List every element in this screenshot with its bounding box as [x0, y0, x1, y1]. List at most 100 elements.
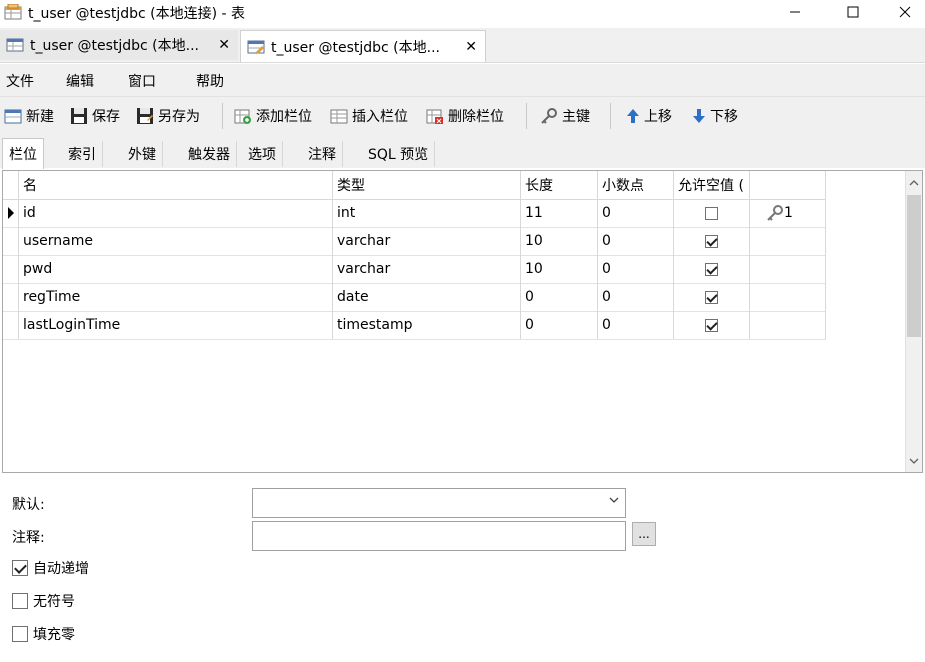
- tab-sql-preview[interactable]: SQL 预览: [362, 141, 436, 167]
- cell-decimals[interactable]: 0: [598, 199, 674, 227]
- table-row[interactable]: pwd varchar 10 0: [3, 255, 826, 284]
- cell-key[interactable]: 1: [750, 199, 826, 227]
- save-as-icon: [137, 108, 153, 124]
- table-row[interactable]: username varchar 10 0: [3, 227, 826, 256]
- close-window-button[interactable]: [882, 0, 925, 24]
- nullable-checkbox[interactable]: [705, 262, 718, 276]
- maximize-button[interactable]: [830, 0, 876, 24]
- menu-bar: 文件 编辑 窗口 帮助: [0, 64, 925, 96]
- property-tabs: 栏位 索引 外键 触发器 选项 注释 SQL 预览: [0, 135, 925, 169]
- menu-window[interactable]: 窗口: [128, 71, 156, 91]
- cell-name[interactable]: username: [19, 227, 333, 255]
- column-header-name[interactable]: 名: [19, 171, 333, 199]
- cell-nullable[interactable]: [674, 199, 750, 227]
- cell-name[interactable]: regTime: [19, 283, 333, 311]
- fields-grid: 名 类型 长度 小数点 允许空值 ( id int 11 0 1 username varc…: [2, 170, 923, 473]
- cell-nullable[interactable]: [674, 255, 750, 283]
- table-row[interactable]: id int 11 0 1: [3, 199, 826, 228]
- cell-type[interactable]: varchar: [333, 255, 521, 283]
- insert-field-button[interactable]: 插入栏位: [330, 105, 408, 127]
- cell-length[interactable]: 0: [521, 283, 598, 311]
- menu-file[interactable]: 文件: [6, 71, 34, 91]
- menu-help[interactable]: 帮助: [196, 71, 224, 91]
- scrollbar-thumb[interactable]: [907, 195, 921, 337]
- default-value-dropdown[interactable]: [252, 488, 626, 518]
- column-header-nullable[interactable]: 允许空值 (: [674, 171, 750, 199]
- column-header-length[interactable]: 长度: [521, 171, 598, 199]
- cell-nullable[interactable]: [674, 311, 750, 339]
- nullable-checkbox[interactable]: [705, 206, 718, 220]
- tab-triggers[interactable]: 触发器: [182, 141, 237, 167]
- move-up-button[interactable]: 上移: [626, 105, 672, 127]
- comment-ellipsis-button[interactable]: ...: [632, 522, 656, 546]
- scroll-down-icon[interactable]: [906, 453, 922, 469]
- close-tab-icon[interactable]: ✕: [218, 37, 230, 53]
- vertical-scrollbar[interactable]: [905, 171, 922, 472]
- cell-decimals[interactable]: 0: [598, 227, 674, 255]
- scroll-up-icon[interactable]: [906, 175, 922, 191]
- cell-name[interactable]: id: [19, 199, 333, 227]
- cell-type[interactable]: int: [333, 199, 521, 227]
- save-button[interactable]: 保存: [70, 105, 120, 127]
- column-header-type[interactable]: 类型: [333, 171, 521, 199]
- cell-type[interactable]: varchar: [333, 227, 521, 255]
- nullable-checkbox[interactable]: [705, 318, 718, 332]
- auto-increment-option[interactable]: 自动递增: [12, 558, 89, 578]
- cell-type[interactable]: date: [333, 283, 521, 311]
- cell-length[interactable]: 11: [521, 199, 598, 227]
- nullable-checkbox[interactable]: [705, 290, 718, 304]
- column-header-decimals[interactable]: 小数点: [598, 171, 674, 199]
- minimize-button[interactable]: [772, 0, 818, 24]
- cell-nullable[interactable]: [674, 283, 750, 311]
- tab-comment[interactable]: 注释: [302, 141, 343, 167]
- document-tab-1[interactable]: t_user @testjdbc (本地... ✕: [0, 30, 238, 60]
- tab-indexes[interactable]: 索引: [62, 141, 103, 167]
- cell-name[interactable]: pwd: [19, 255, 333, 283]
- cell-key[interactable]: [750, 227, 826, 255]
- zerofill-option[interactable]: 填充零: [12, 624, 75, 644]
- row-marker[interactable]: [3, 283, 19, 311]
- nullable-checkbox[interactable]: [705, 234, 718, 248]
- table-design-icon: [247, 40, 265, 54]
- new-label: 新建: [26, 109, 54, 125]
- key-icon: [767, 205, 783, 221]
- cell-type[interactable]: timestamp: [333, 311, 521, 339]
- auto-increment-checkbox[interactable]: [12, 560, 28, 576]
- row-marker[interactable]: [3, 311, 19, 339]
- cell-key[interactable]: [750, 283, 826, 311]
- cell-decimals[interactable]: 0: [598, 255, 674, 283]
- cell-nullable[interactable]: [674, 227, 750, 255]
- cell-decimals[interactable]: 0: [598, 311, 674, 339]
- menu-edit[interactable]: 编辑: [66, 71, 94, 91]
- column-header-key[interactable]: [750, 171, 826, 199]
- row-marker[interactable]: [3, 255, 19, 283]
- cell-key[interactable]: [750, 255, 826, 283]
- table-row[interactable]: lastLoginTime timestamp 0 0: [3, 311, 826, 340]
- new-button[interactable]: 新建: [4, 105, 54, 127]
- cell-length[interactable]: 10: [521, 255, 598, 283]
- unsigned-checkbox[interactable]: [12, 593, 28, 609]
- table-row[interactable]: regTime date 0 0: [3, 283, 826, 312]
- primary-key-button[interactable]: 主键: [540, 105, 590, 127]
- cell-key[interactable]: [750, 311, 826, 339]
- move-down-button[interactable]: 下移: [692, 105, 738, 127]
- cell-length[interactable]: 0: [521, 311, 598, 339]
- zerofill-checkbox[interactable]: [12, 626, 28, 642]
- document-tab-2-active[interactable]: t_user @testjdbc (本地... ✕: [240, 30, 486, 62]
- cell-decimals[interactable]: 0: [598, 283, 674, 311]
- save-icon: [71, 108, 87, 124]
- cell-name[interactable]: lastLoginTime: [19, 311, 333, 339]
- comment-input[interactable]: [252, 521, 626, 551]
- unsigned-label: 无符号: [33, 594, 75, 610]
- row-marker[interactable]: [3, 199, 19, 227]
- cell-length[interactable]: 10: [521, 227, 598, 255]
- tab-fields[interactable]: 栏位: [2, 138, 44, 169]
- tab-foreign-keys[interactable]: 外键: [122, 141, 163, 167]
- add-field-button[interactable]: 添加栏位: [234, 105, 312, 127]
- delete-field-button[interactable]: 删除栏位: [426, 105, 504, 127]
- save-as-button[interactable]: 另存为: [136, 105, 200, 127]
- row-marker[interactable]: [3, 227, 19, 255]
- unsigned-option[interactable]: 无符号: [12, 591, 75, 611]
- tab-options[interactable]: 选项: [242, 141, 283, 167]
- close-tab-icon[interactable]: ✕: [465, 39, 477, 55]
